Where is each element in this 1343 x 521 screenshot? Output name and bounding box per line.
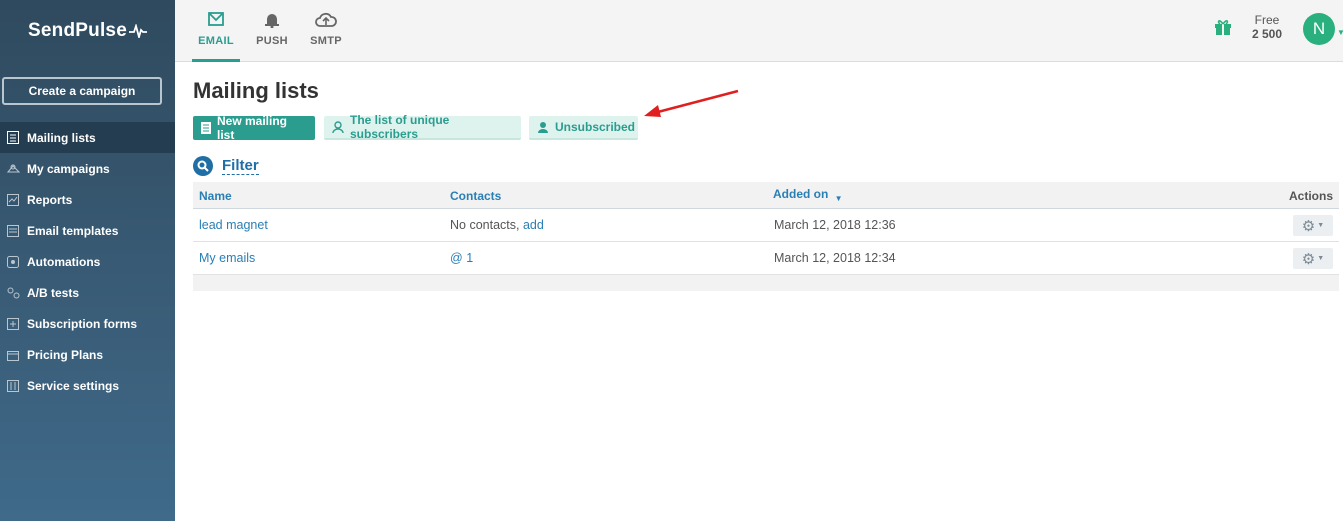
new-mailing-list-button[interactable]: New mailing list <box>193 114 315 142</box>
column-header-added-label: Added on <box>773 187 829 201</box>
contacts-count-link[interactable]: 1 <box>466 251 473 265</box>
pulse-icon <box>128 24 147 38</box>
tab-email[interactable]: EMAIL <box>192 0 240 62</box>
added-date: March 12, 2018 12:34 <box>774 251 896 265</box>
list-icon <box>6 131 20 145</box>
sort-desc-icon: ▼ <box>834 194 843 203</box>
template-icon <box>6 224 20 238</box>
ab-test-icon <box>6 286 20 300</box>
envelope-icon <box>192 12 240 30</box>
sidebar-item-label: Reports <box>27 192 73 207</box>
filter-label: Filter <box>222 157 259 175</box>
list-name-link[interactable]: lead magnet <box>199 218 268 232</box>
contacts-cell: No contacts, add <box>450 218 544 232</box>
user-icon <box>537 121 549 133</box>
sidebar-item-label: Subscription forms <box>27 316 138 331</box>
sidebar-item-email-templates[interactable]: Email templates <box>0 215 175 246</box>
gear-icon: ⚙ <box>1301 250 1316 268</box>
avatar[interactable]: N <box>1303 13 1335 45</box>
table-header: Name Contacts Added on ▼ Actions <box>193 182 1339 209</box>
plan-count: 2 500 <box>1252 27 1283 41</box>
mailing-lists-table: Name Contacts Added on ▼ Actions lead ma… <box>193 182 1339 291</box>
sidebar-item-label: Email templates <box>27 223 119 238</box>
button-label: New mailing list <box>217 114 288 142</box>
plan-info[interactable]: Free 2 500 <box>1252 13 1282 41</box>
logo[interactable]: SendPulse <box>0 0 175 62</box>
logo-text: SendPulse <box>28 20 127 41</box>
chevron-down-icon[interactable]: ▼ <box>1337 28 1343 37</box>
column-header-name[interactable]: Name <box>199 189 232 203</box>
gift-icon[interactable] <box>1214 18 1232 41</box>
sidebar-item-mailing-lists[interactable]: Mailing lists <box>0 122 175 153</box>
users-icon <box>332 121 344 133</box>
add-contacts-link[interactable]: add <box>523 218 544 232</box>
settings-icon <box>6 379 20 393</box>
contacts-text: No contacts, <box>450 218 520 232</box>
sidebar-item-label: Mailing lists <box>27 130 96 145</box>
unique-subscribers-button[interactable]: The list of unique subscribers <box>324 113 521 141</box>
form-icon <box>6 317 20 331</box>
sidebar-item-label: Service settings <box>27 378 120 393</box>
page-title: Mailing lists <box>193 78 319 103</box>
cloud-upload-icon <box>302 12 350 30</box>
tab-label: SMTP <box>310 35 342 47</box>
sidebar-item-ab-tests[interactable]: A/B tests <box>0 277 175 308</box>
unsubscribed-button[interactable]: Unsubscribed <box>529 116 638 140</box>
row-actions-button[interactable]: ⚙ ▼ <box>1293 248 1333 269</box>
wallet-icon <box>6 348 20 362</box>
search-icon <box>193 156 213 176</box>
contacts-cell: @ 1 <box>450 251 473 265</box>
sidebar-item-subscription-forms[interactable]: Subscription forms <box>0 308 175 339</box>
create-campaign-button[interactable]: Create a campaign <box>2 77 162 105</box>
automation-icon <box>6 255 20 269</box>
button-label: Unsubscribed <box>555 120 636 134</box>
column-header-contacts[interactable]: Contacts <box>450 189 501 203</box>
chevron-down-icon: ▼ <box>1317 255 1325 262</box>
button-label: The list of unique subscribers <box>350 113 450 141</box>
tab-label: EMAIL <box>198 35 234 47</box>
chart-icon <box>6 193 20 207</box>
notebook-icon <box>201 122 211 134</box>
red-arrow-annotation <box>644 89 739 117</box>
bell-icon <box>248 12 296 30</box>
row-actions-button[interactable]: ⚙ ▼ <box>1293 215 1333 236</box>
sidebar-item-label: My campaigns <box>27 161 110 176</box>
sidebar-nav: Mailing lists My campaigns Reports Email… <box>0 122 175 401</box>
tab-push[interactable]: PUSH <box>248 0 296 62</box>
tab-label: PUSH <box>256 35 288 47</box>
list-name-link[interactable]: My emails <box>199 251 255 265</box>
gear-icon: ⚙ <box>1301 217 1316 235</box>
sidebar-item-label: Automations <box>27 254 101 269</box>
tab-smtp[interactable]: SMTP <box>302 0 350 62</box>
plan-label: Free <box>1254 13 1280 27</box>
at-icon: @ <box>450 251 463 265</box>
table-row: lead magnet No contacts, add March 12, 2… <box>193 209 1339 242</box>
column-header-added[interactable]: Added on ▼ <box>773 187 843 203</box>
sidebar-item-service-settings[interactable]: Service settings <box>0 370 175 401</box>
chevron-down-icon: ▼ <box>1317 222 1325 229</box>
added-date: March 12, 2018 12:36 <box>774 218 896 232</box>
table-footer <box>193 275 1339 291</box>
sidebar-item-my-campaigns[interactable]: My campaigns <box>0 153 175 184</box>
sidebar-item-pricing-plans[interactable]: Pricing Plans <box>0 339 175 370</box>
sidebar-item-label: A/B tests <box>27 285 80 300</box>
sidebar-item-automations[interactable]: Automations <box>0 246 175 277</box>
column-header-actions: Actions <box>1288 189 1333 203</box>
sidebar-item-label: Pricing Plans <box>27 347 104 362</box>
campaign-icon <box>6 162 20 176</box>
top-bar: EMAIL PUSH SMTP Free 2 500 N ▼ <box>175 0 1343 62</box>
sidebar: SendPulse Create a campaign Mailing list… <box>0 0 175 521</box>
sidebar-item-reports[interactable]: Reports <box>0 184 175 215</box>
table-row: My emails @ 1 March 12, 2018 12:34 ⚙ ▼ <box>193 242 1339 275</box>
filter-toggle[interactable]: Filter <box>193 156 259 176</box>
